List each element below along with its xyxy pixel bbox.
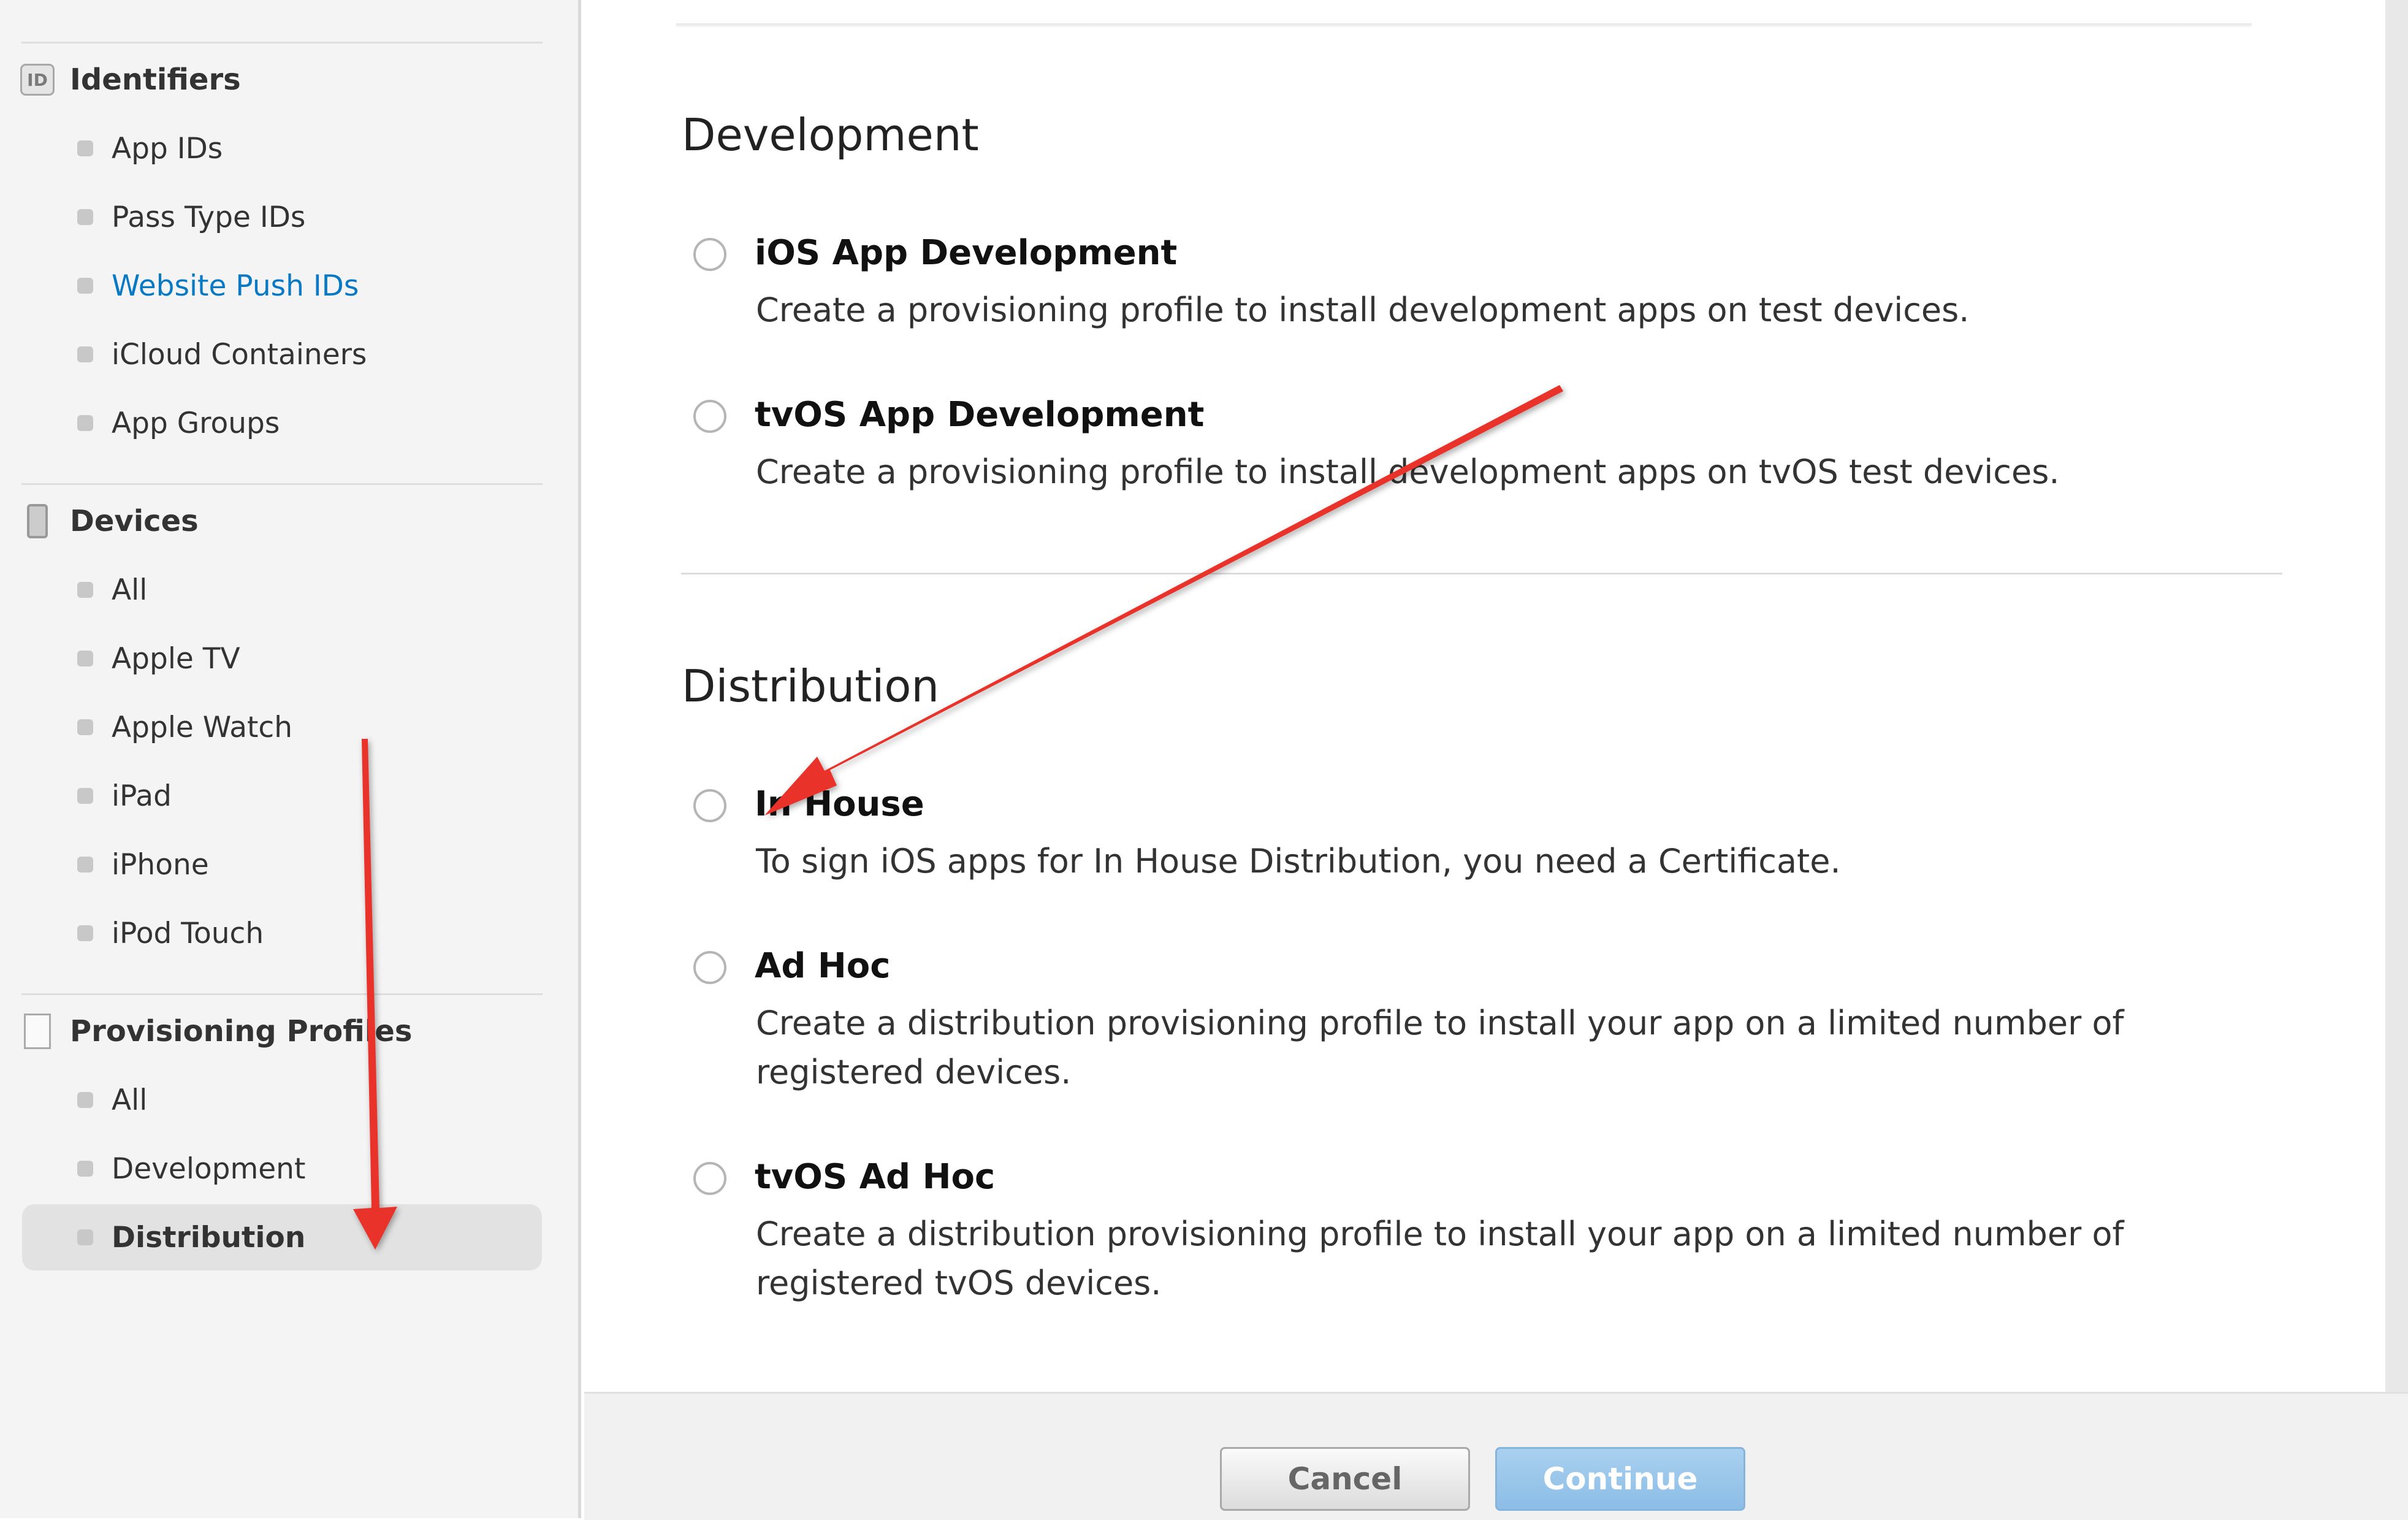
sidebar-item-label: iPhone <box>112 847 209 882</box>
sidebar-item-iphone[interactable]: iPhone <box>22 831 542 898</box>
option-title: iOS App Development <box>755 233 1178 273</box>
option-description: Create a distribution provisioning profi… <box>756 1215 2124 1302</box>
bullet-icon <box>77 1092 93 1108</box>
sidebar-item-label: iPod Touch <box>112 916 264 950</box>
sidebar-item-label: Development <box>112 1151 306 1186</box>
sidebar-item-icloud-containers[interactable]: iCloud Containers <box>22 321 542 388</box>
sidebar-item-website-push-ids[interactable]: Website Push IDs <box>22 253 542 319</box>
continue-button[interactable]: Continue <box>1495 1447 1745 1511</box>
radio-tvos-ad-hoc[interactable] <box>693 1162 726 1195</box>
sidebar-item-apple-watch[interactable]: Apple Watch <box>22 694 542 760</box>
bullet-icon <box>77 415 93 431</box>
id-badge-icon: ID <box>16 58 59 101</box>
sidebar-item-label: App IDs <box>112 131 223 166</box>
devices-title: Devices <box>70 504 199 538</box>
radio-ios-app-development[interactable] <box>693 238 726 271</box>
sidebar-item-label: All <box>112 573 148 607</box>
bullet-icon <box>77 925 93 941</box>
devices-section-header: Devices <box>16 500 199 543</box>
sidebar-item-ipad[interactable]: iPad <box>22 763 542 829</box>
sidebar-item-profiles-all[interactable]: All <box>22 1067 542 1133</box>
sidebar-item-ipod-touch[interactable]: iPod Touch <box>22 900 542 966</box>
bullet-icon <box>77 788 93 804</box>
identifiers-section-header: ID Identifiers <box>16 58 241 101</box>
device-icon <box>16 500 59 543</box>
bullet-icon <box>77 582 93 598</box>
option-description: Create a distribution provisioning profi… <box>756 1004 2124 1091</box>
bullet-icon <box>77 346 93 362</box>
sidebar-item-profiles-distribution[interactable]: Distribution <box>22 1204 542 1270</box>
development-section-title: Development <box>682 109 979 161</box>
identifiers-title: Identifiers <box>70 63 241 97</box>
bullet-icon <box>77 719 93 735</box>
sidebar-item-label: iPad <box>112 779 172 813</box>
sidebar-item-label: Website Push IDs <box>112 269 359 303</box>
radio-in-house[interactable] <box>693 789 726 822</box>
scrollbar-track[interactable] <box>2385 0 2408 1392</box>
option-description: To sign iOS apps for In House Distributi… <box>756 842 1841 880</box>
sidebar-item-pass-type-ids[interactable]: Pass Type IDs <box>22 184 542 250</box>
sidebar-item-label: App Groups <box>112 406 280 440</box>
sidebar-item-label: All <box>112 1083 148 1117</box>
distribution-section-title: Distribution <box>682 660 940 712</box>
bullet-icon <box>77 857 93 873</box>
bullet-icon <box>77 651 93 666</box>
bullet-icon <box>77 1229 93 1245</box>
option-title: tvOS App Development <box>755 395 1205 435</box>
bullet-icon <box>77 209 93 225</box>
radio-tvos-app-development[interactable] <box>693 400 726 433</box>
sidebar: ID Identifiers App IDs Pass Type IDs Web… <box>0 0 581 1518</box>
top-divider <box>676 23 2252 27</box>
option-title: tvOS Ad Hoc <box>755 1157 996 1197</box>
cancel-button[interactable]: Cancel <box>1220 1447 1470 1511</box>
option-description: Create a provisioning profile to install… <box>756 291 1970 329</box>
sidebar-item-devices-all[interactable]: All <box>22 557 542 623</box>
sidebar-item-label: Apple Watch <box>112 710 293 744</box>
sidebar-item-label: Apple TV <box>112 641 240 676</box>
provisioning-title: Provisioning Profiles <box>70 1014 413 1048</box>
main-content: Development iOS App Development Create a… <box>584 0 2408 1520</box>
option-description: Create a provisioning profile to install… <box>756 453 2060 491</box>
footer-bar: Cancel Continue <box>584 1392 2408 1520</box>
radio-ad-hoc[interactable] <box>693 951 726 984</box>
provisioning-section-header: Provisioning Profiles <box>16 1010 412 1053</box>
option-title: In House <box>755 784 924 824</box>
bullet-icon <box>77 140 93 156</box>
sidebar-item-app-ids[interactable]: App IDs <box>22 115 542 181</box>
sidebar-item-profiles-development[interactable]: Development <box>22 1136 542 1202</box>
bullet-icon <box>77 278 93 294</box>
sidebar-item-app-groups[interactable]: App Groups <box>22 390 542 456</box>
option-title: Ad Hoc <box>755 946 891 986</box>
bullet-icon <box>77 1161 93 1177</box>
sidebar-divider <box>21 42 543 44</box>
section-divider <box>681 573 2282 575</box>
sidebar-item-label: iCloud Containers <box>112 337 367 372</box>
sidebar-divider <box>21 483 543 485</box>
sidebar-divider <box>21 993 543 995</box>
document-icon <box>16 1010 59 1053</box>
sidebar-item-label: Distribution <box>112 1220 306 1255</box>
sidebar-item-label: Pass Type IDs <box>112 200 306 234</box>
sidebar-item-apple-tv[interactable]: Apple TV <box>22 625 542 692</box>
